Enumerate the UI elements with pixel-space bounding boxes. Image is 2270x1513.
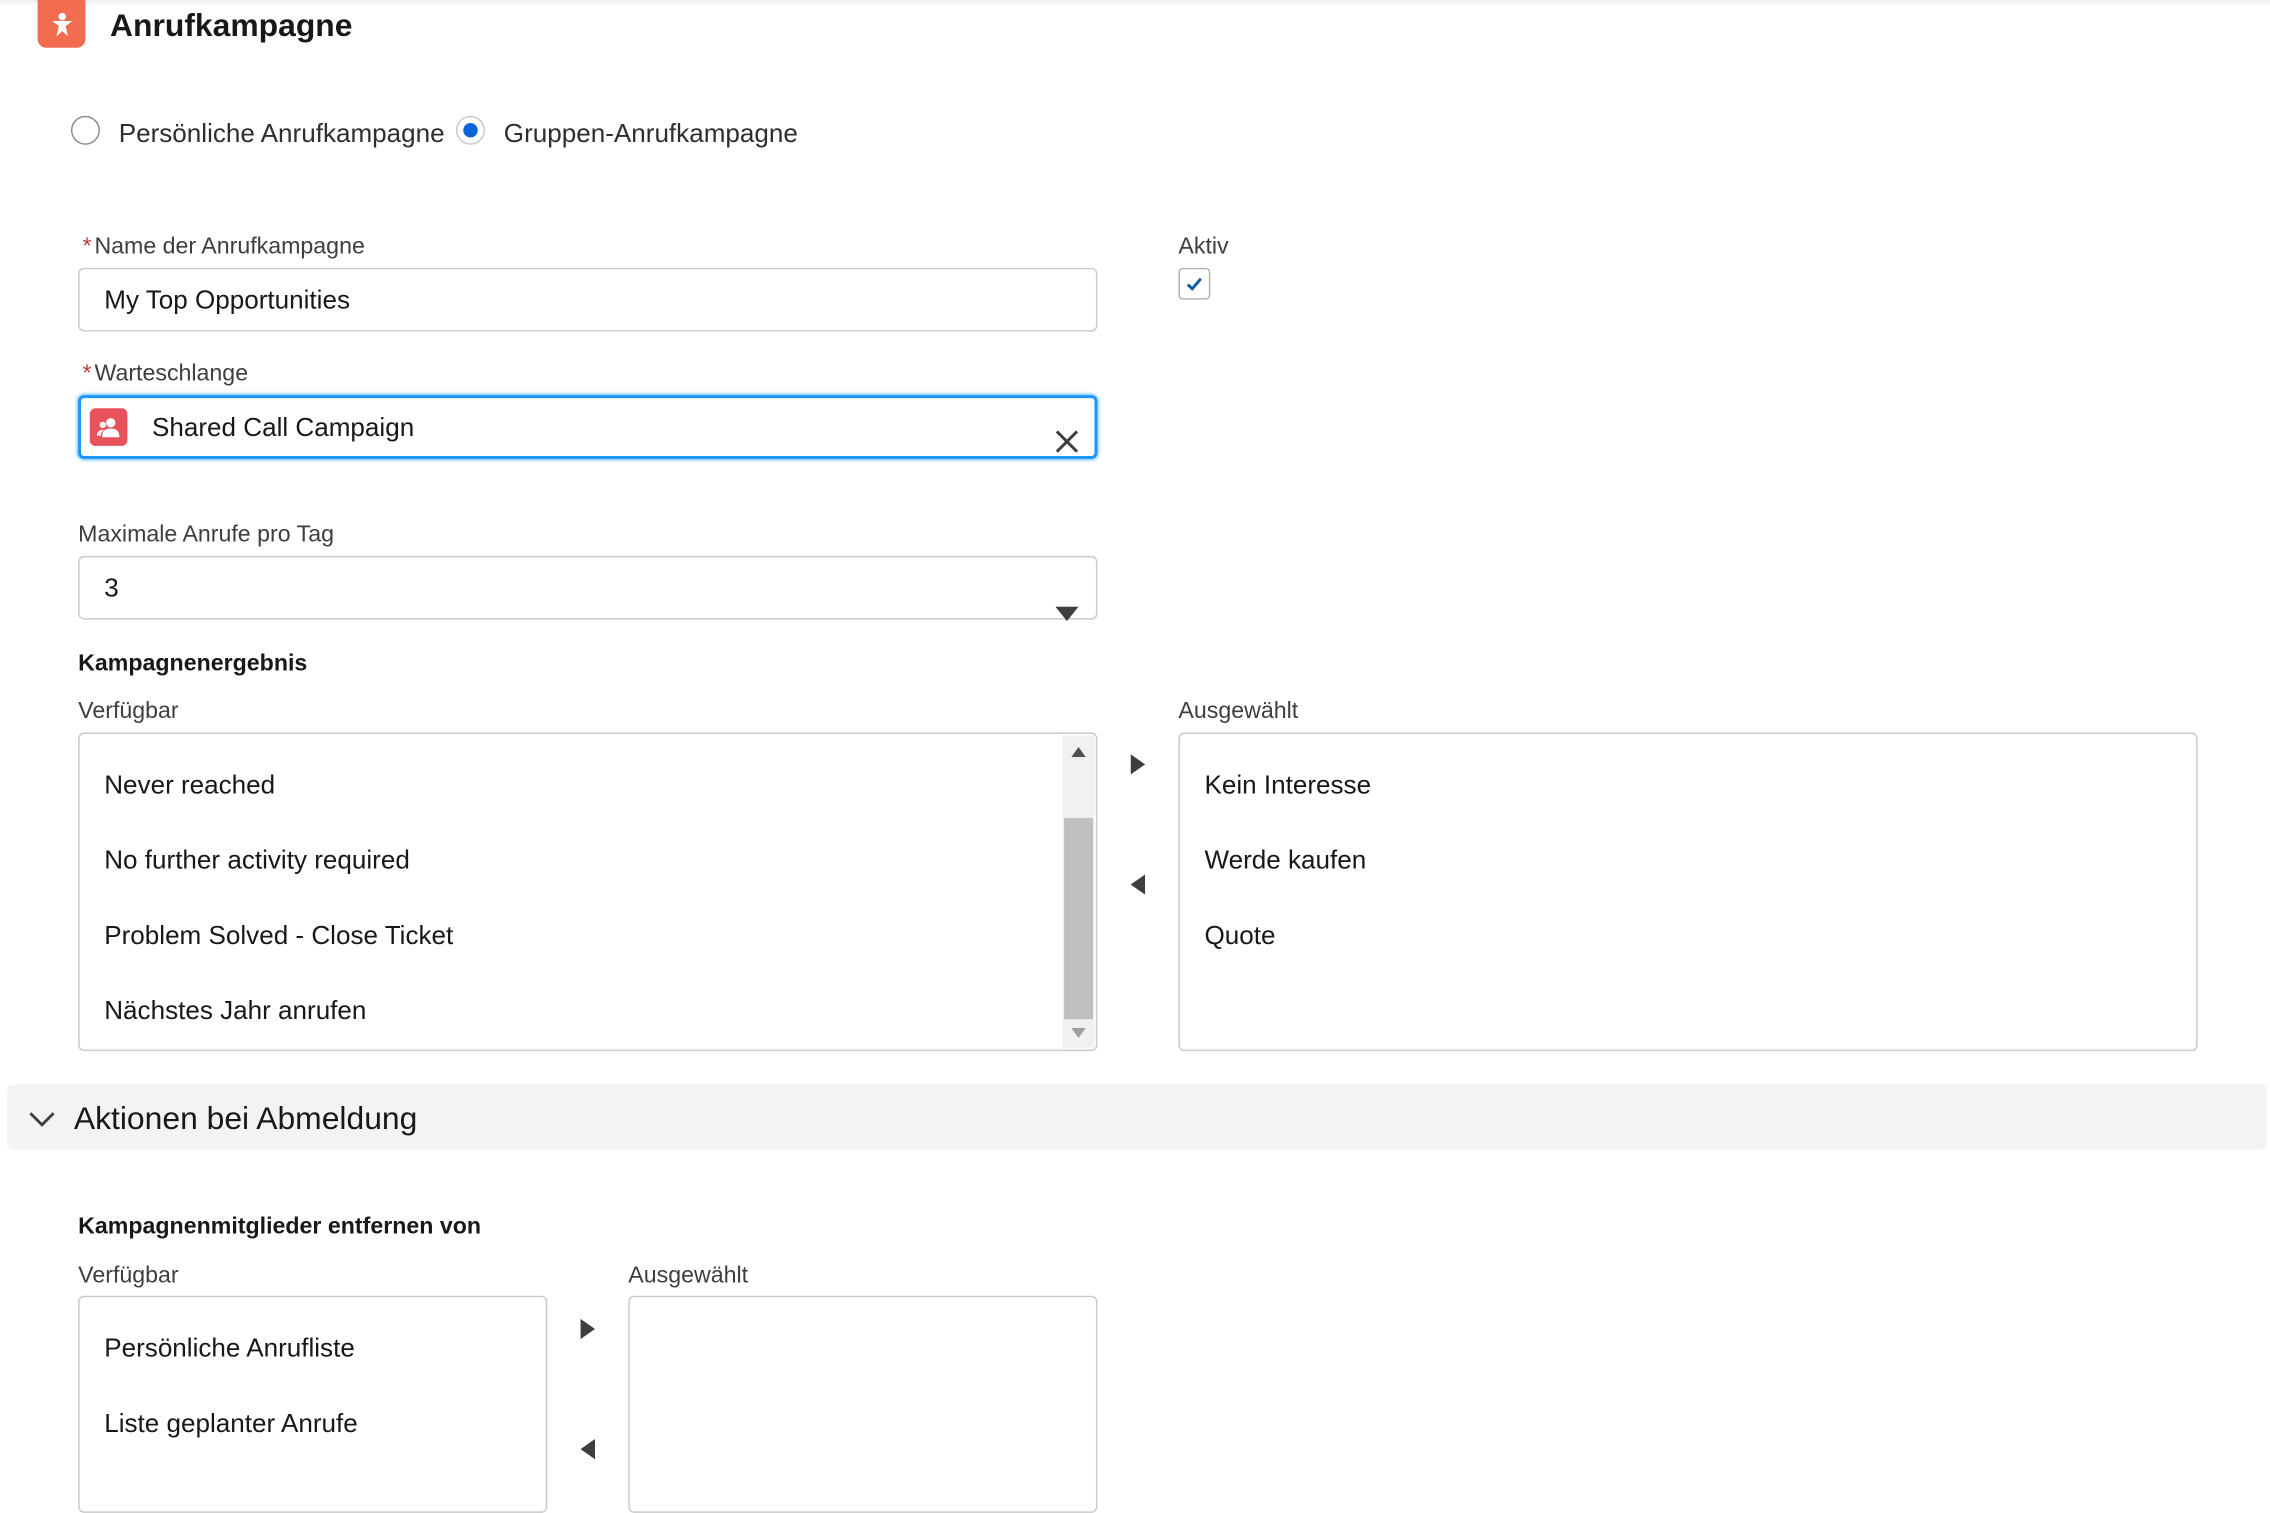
queue-field-label: * Warteschlange	[83, 360, 249, 389]
available-results-listbox[interactable]: Never reached No further activity requir…	[78, 732, 1098, 1052]
selected-label: Ausgewählt	[628, 1263, 749, 1289]
list-item[interactable]: Werde kaufen	[1204, 844, 1366, 876]
unsubscribe-section-title[interactable]: Aktionen bei Abmeldung	[74, 1100, 418, 1138]
move-left-button[interactable]	[573, 1435, 602, 1464]
name-label-text: Name der Anrufkampagne	[94, 234, 365, 260]
max-calls-select[interactable]: 3	[78, 555, 1098, 622]
selected-lists-listbox[interactable]	[628, 1295, 1098, 1513]
list-item[interactable]: Problem Solved - Close Ticket	[104, 919, 453, 951]
move-right-button[interactable]	[573, 1315, 602, 1344]
close-icon[interactable]	[1054, 415, 1080, 453]
queue-lookup-input[interactable]: Shared Call Campaign	[78, 395, 1098, 459]
campaign-star-icon	[37, 0, 86, 48]
radio-personal-campaign[interactable]	[70, 115, 100, 145]
available-lists-listbox[interactable]: Persönliche Anrufliste Liste geplanter A…	[78, 1295, 548, 1513]
queue-value: Shared Call Campaign	[152, 412, 415, 442]
name-field-label: * Name der Anrufkampagne	[83, 233, 365, 262]
active-checkbox[interactable]	[1178, 267, 1211, 300]
max-calls-value: 3	[104, 573, 119, 603]
list-item[interactable]: Persönliche Anrufliste	[104, 1332, 355, 1364]
arrow-right-icon	[580, 1318, 596, 1340]
selected-label: Ausgewählt	[1178, 699, 1299, 724]
radio-group-campaign[interactable]	[456, 115, 485, 145]
scroll-up-arrow-icon[interactable]	[1071, 747, 1086, 758]
list-item[interactable]: Nächstes Jahr anrufen	[104, 995, 366, 1027]
chevron-down-icon[interactable]	[29, 1110, 55, 1127]
available-label: Verfügbar	[78, 1263, 179, 1289]
move-left-button[interactable]	[1123, 870, 1152, 899]
list-item[interactable]: Never reached	[104, 769, 275, 801]
top-shadow	[0, 0, 2270, 6]
list-item[interactable]: Kein Interesse	[1204, 769, 1371, 801]
scroll-thumb[interactable]	[1064, 817, 1094, 1020]
available-label: Verfügbar	[78, 699, 179, 724]
checkmark-icon	[1186, 277, 1202, 291]
chevron-down-icon	[1055, 582, 1079, 643]
campaign-name-input[interactable]: My Top Opportunities	[78, 267, 1098, 332]
queue-label-text: Warteschlange	[94, 361, 249, 387]
call-campaign-form: Anrufkampagne Persönliche Anrufkampagne …	[0, 0, 2270, 1513]
remove-members-title: Kampagnenmitglieder entfernen von	[78, 1214, 482, 1240]
campaign-result-title: Kampagnenergebnis	[78, 651, 308, 677]
radio-group-label[interactable]: Gruppen-Anrufkampagne	[504, 117, 798, 149]
list-item[interactable]: Liste geplanter Anrufe	[104, 1407, 358, 1439]
arrow-right-icon	[1130, 754, 1146, 775]
max-calls-label: Maximale Anrufe pro Tag	[78, 522, 334, 548]
scroll-down-arrow-icon[interactable]	[1071, 1027, 1086, 1039]
radio-personal-label[interactable]: Persönliche Anrufkampagne	[119, 117, 445, 149]
list-item[interactable]: Quote	[1204, 919, 1275, 951]
arrow-left-icon	[580, 1439, 596, 1460]
arrow-left-icon	[1130, 874, 1146, 895]
active-label: Aktiv	[1178, 234, 1229, 260]
page-title: Anrufkampagne	[110, 7, 353, 44]
listbox-scrollbar[interactable]	[1062, 735, 1095, 1049]
move-right-button[interactable]	[1123, 750, 1152, 779]
selected-results-listbox[interactable]: Kein Interesse Werde kaufen Quote	[1178, 732, 2198, 1052]
group-icon	[89, 408, 128, 446]
list-item[interactable]: No further activity required	[104, 844, 410, 876]
required-marker: *	[82, 234, 92, 260]
required-marker: *	[82, 361, 92, 387]
